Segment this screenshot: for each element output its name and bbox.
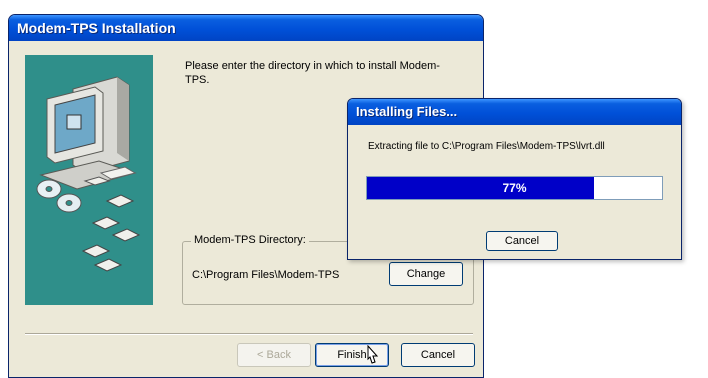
install-prompt: Please enter the directory in which to i… <box>185 60 440 86</box>
extract-status-text: Extracting file to C:\Program Files\Mode… <box>368 141 605 152</box>
installing-files-dialog: Installing Files... Extracting file to C… <box>347 98 682 260</box>
directory-group-label: Modem-TPS Directory: <box>191 234 309 246</box>
installing-title-bar[interactable]: Installing Files... <box>348 99 681 125</box>
button-divider <box>25 333 473 335</box>
mouse-cursor-icon <box>367 345 379 364</box>
wizard-illustration <box>25 55 153 305</box>
floppy-disks-icon <box>81 194 141 272</box>
installing-title: Installing Files... <box>356 104 458 119</box>
progress-bar: 77% <box>366 176 663 200</box>
progress-label: 77% <box>502 181 527 195</box>
wizard-title: Modem-TPS Installation <box>17 20 176 36</box>
install-cancel-button[interactable]: Cancel <box>486 231 558 251</box>
change-button[interactable]: Change <box>389 262 463 286</box>
wizard-title-bar[interactable]: Modem-TPS Installation <box>9 15 483 41</box>
directory-path: C:\Program Files\Modem-TPS <box>192 269 340 281</box>
cancel-button[interactable]: Cancel <box>401 343 475 367</box>
back-button[interactable]: < Back <box>237 343 311 367</box>
